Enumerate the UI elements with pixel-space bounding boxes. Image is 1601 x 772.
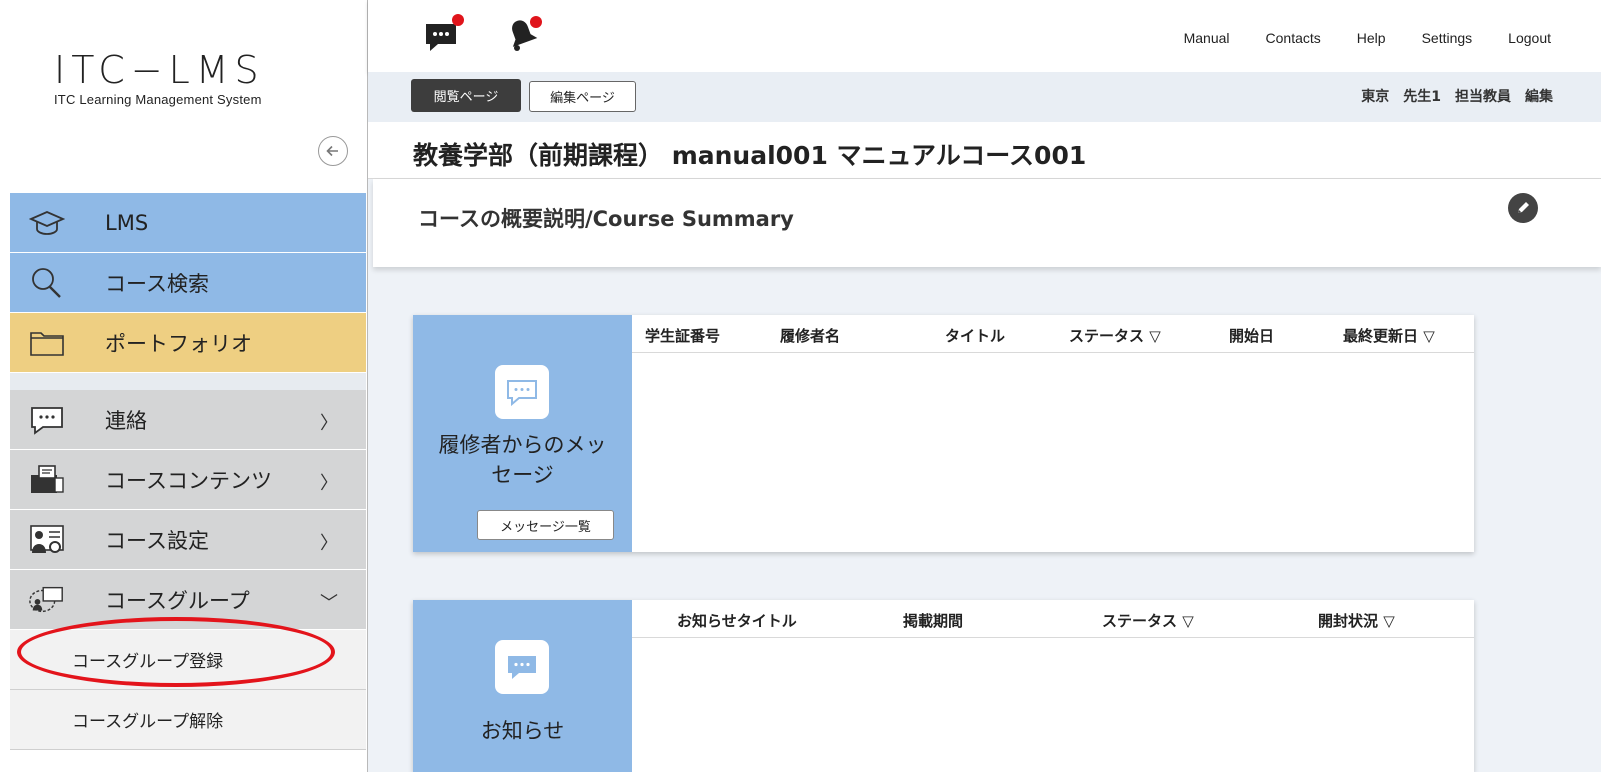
edit-page-button[interactable]: 編集ページ — [529, 81, 636, 112]
user-edit-link[interactable]: 編集 — [1525, 86, 1553, 106]
sidebar-item-lms[interactable]: LMS — [10, 193, 366, 253]
column-posting-period[interactable]: 掲載期間 — [903, 610, 963, 631]
column-title[interactable]: タイトル — [945, 325, 1005, 346]
sidebar: ITC−LMS ITC Learning Management System L… — [0, 0, 368, 772]
message-icon — [495, 365, 549, 419]
folder-icon — [28, 325, 66, 361]
chevron-down-icon: ﹀ — [320, 593, 338, 614]
notices-notification-button[interactable] — [500, 14, 544, 54]
contacts-link[interactable]: Contacts — [1266, 30, 1321, 46]
chevron-right-icon: 〉 — [320, 413, 338, 434]
sidebar-item-label: コース設定 — [105, 528, 209, 553]
edit-summary-button[interactable] — [1508, 193, 1538, 223]
settings-link[interactable]: Settings — [1422, 30, 1473, 46]
user-role: 担当教員 — [1455, 89, 1511, 105]
notice-icon — [495, 640, 549, 694]
sidebar-item-course-search[interactable]: コース検索 — [10, 253, 366, 313]
logo[interactable]: ITC−LMS ITC Learning Management System — [54, 50, 324, 107]
column-status[interactable]: ステータス ▽ — [1069, 325, 1161, 346]
user-name: 先生1 — [1403, 89, 1441, 105]
sidebar-item-label: コース検索 — [105, 271, 209, 296]
sidebar-item-label: 連絡 — [105, 408, 147, 433]
messages-panel: 履修者からのメッ セージ メッセージ一覧 学生証番号 履修者名 タイトル ステー… — [413, 315, 1474, 552]
sidebar-item-course-contents[interactable]: コースコンテンツ 〉 — [10, 450, 366, 510]
chevron-right-icon: 〉 — [320, 473, 338, 494]
graduation-cap-icon — [28, 205, 66, 241]
column-notice-title[interactable]: お知らせタイトル — [677, 610, 797, 631]
notices-panel: お知らせ お知らせタイトル 掲載期間 ステータス ▽ 開封状況 ▽ — [413, 600, 1474, 772]
submenu-item-course-group-remove[interactable]: コースグループ解除 — [10, 690, 366, 750]
notices-table-header: お知らせタイトル 掲載期間 ステータス ▽ 開封状況 ▽ — [632, 600, 1474, 638]
course-summary-title: コースの概要説明/Course Summary — [418, 207, 794, 231]
messages-notification-button[interactable] — [422, 14, 466, 54]
logout-link[interactable]: Logout — [1508, 30, 1551, 46]
course-contents-icon — [28, 462, 66, 498]
message-icon — [28, 402, 66, 438]
course-summary-section: コースの概要説明/Course Summary — [373, 179, 1601, 267]
chevron-right-icon: 〉 — [320, 533, 338, 554]
column-student-name[interactable]: 履修者名 — [780, 325, 840, 346]
page-mode-toolbar: 閲覧ページ 編集ページ 東京 先生1 担当教員 編集 — [368, 72, 1601, 122]
top-links: Manual Contacts Help Settings Logout — [1184, 30, 1551, 46]
view-page-button[interactable]: 閲覧ページ — [411, 79, 521, 112]
column-open-status[interactable]: 開封状況 ▽ — [1318, 610, 1395, 631]
arrow-left-icon — [326, 145, 338, 157]
messages-panel-label-line2: セージ — [491, 463, 554, 487]
sidebar-item-label: LMS — [105, 210, 149, 235]
notices-panel-label: お知らせ — [480, 719, 565, 743]
sidebar-item-portfolio[interactable]: ポートフォリオ — [10, 313, 366, 373]
user-campus: 東京 — [1361, 89, 1390, 105]
pencil-icon — [1518, 202, 1529, 213]
column-last-updated[interactable]: 最終更新日 ▽ — [1343, 325, 1435, 346]
submenu-item-label: コースグループ解除 — [72, 712, 224, 732]
help-link[interactable]: Help — [1357, 30, 1386, 46]
menu-divider — [10, 373, 366, 390]
course-title-bar: 教養学部（前期課程） manual001 マニュアルコース001 — [368, 122, 1601, 179]
messages-panel-sidebar: 履修者からのメッ セージ メッセージ一覧 — [413, 315, 632, 552]
notices-panel-sidebar: お知らせ — [413, 600, 632, 772]
user-info: 東京 先生1 担当教員 編集 — [1361, 86, 1553, 106]
sidebar-item-label: コースコンテンツ — [105, 468, 272, 493]
notification-badge — [530, 16, 542, 28]
sidebar-item-label: ポートフォリオ — [105, 331, 252, 356]
column-student-id[interactable]: 学生証番号 — [645, 325, 720, 346]
page-title: 教養学部（前期課程） manual001 マニュアルコース001 — [413, 141, 1087, 170]
logo-subtitle: ITC Learning Management System — [54, 92, 262, 107]
highlight-annotation — [17, 617, 335, 687]
collapse-sidebar-button[interactable] — [318, 136, 348, 166]
magnifier-icon — [28, 265, 66, 301]
top-header: Manual Contacts Help Settings Logout — [368, 0, 1601, 72]
manual-link[interactable]: Manual — [1184, 30, 1230, 46]
column-status[interactable]: ステータス ▽ — [1102, 610, 1194, 631]
course-group-icon — [28, 582, 66, 618]
course-settings-icon — [28, 522, 66, 558]
logo-title: ITC−LMS — [54, 48, 265, 92]
notification-badge — [452, 14, 464, 26]
sidebar-item-label: コースグループ — [105, 588, 250, 613]
sidebar-item-contact[interactable]: 連絡 〉 — [10, 390, 366, 450]
app-root: ITC−LMS ITC Learning Management System L… — [0, 0, 1601, 772]
sidebar-item-course-settings[interactable]: コース設定 〉 — [10, 510, 366, 570]
messages-table-header: 学生証番号 履修者名 タイトル ステータス ▽ 開始日 最終更新日 ▽ — [632, 315, 1474, 353]
column-start-date[interactable]: 開始日 — [1229, 325, 1274, 346]
message-list-button[interactable]: メッセージ一覧 — [477, 510, 614, 540]
messages-panel-label-line1: 履修者からのメッ — [438, 433, 607, 457]
messages-panel-label: 履修者からのメッ セージ — [413, 430, 632, 490]
